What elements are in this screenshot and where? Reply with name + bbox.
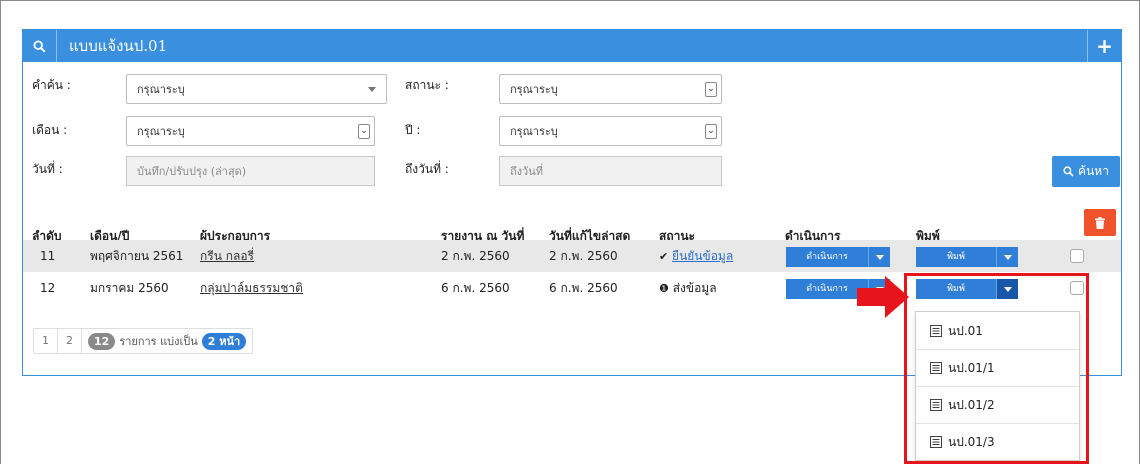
pointer-arrow-icon [857,276,909,318]
print-split-button: พิมพ์ [916,247,1018,267]
row-status: ✔ ยืนยันข้อมูล [659,240,733,272]
search-button[interactable]: ค้นหา [1052,156,1120,187]
date-input[interactable]: บันทึก/ปรับปรุง (ล่าสุด) [126,156,375,186]
to-date-input[interactable]: ถึงวันที่ [499,156,722,186]
month-select-value: กรุณาระบุ [137,125,185,138]
row-status: ❶ ส่งข้อมูล [659,272,717,304]
row-operator-link[interactable]: กรีน กลอรี่ [200,240,254,272]
chevron-down-icon: ⌄ [705,82,717,97]
chevron-down-icon: ⌄ [705,124,717,139]
status-select-value: กรุณาระบุ [510,83,558,96]
status-text: ส่งข้อมูล [672,281,717,295]
action-dropdown-toggle[interactable] [868,247,890,267]
action-button[interactable]: ดำเนินการ [786,247,868,267]
keyword-label: คำค้น : [32,78,71,92]
trash-icon [1095,216,1105,229]
chevron-down-icon: ⌄ [358,124,370,139]
page-link[interactable]: 2 [58,329,82,353]
page-count-badge: 2 หน้า [201,332,247,350]
total-count-badge: 12 [88,332,116,350]
pagination-text: รายการ แบ่งเป็น [119,335,198,348]
pagination-info: 12 รายการ แบ่งเป็น 2 หน้า [82,329,252,353]
row-month: พฤศจิกายน 2561 [90,249,184,263]
page-link[interactable]: 1 [34,329,58,353]
add-button[interactable]: + [1087,30,1121,62]
table-row: 11 พฤศจิกายน 2561 กรีน กลอรี่ 2 ก.พ. 256… [23,240,1121,272]
month-label: เดือน : [32,123,68,137]
row-no: 11 [40,249,56,263]
status-select[interactable]: กรุณาระบุ ⌄ [499,74,722,104]
row-edited-date: 6 ก.พ. 2560 [549,281,618,295]
row-no: 12 [40,281,56,295]
to-date-label: ถึงวันที่ : [405,162,449,176]
status-link[interactable]: ยืนยันข้อมูล [672,249,733,263]
panel-header: แบบแจ้งนป.01 + [23,30,1121,62]
check-icon: ✔ [659,250,669,263]
pagination: 1 2 12 รายการ แบ่งเป็น 2 หน้า [33,328,254,354]
info-icon: ❶ [659,282,669,295]
print-button[interactable]: พิมพ์ [916,247,996,267]
chevron-down-icon [368,87,376,92]
caret-down-icon [1003,254,1012,260]
date-label: วันที่ : [32,162,63,176]
row-operator-link[interactable]: กลุ่มปาล์มธรรมชาติ [200,272,303,304]
search-icon[interactable] [23,30,57,62]
year-select[interactable]: กรุณาระบุ ⌄ [499,116,722,146]
search-button-label: ค้นหา [1078,164,1109,178]
row-checkbox[interactable] [1070,249,1084,263]
print-dropdown-toggle[interactable] [996,247,1018,267]
keyword-select-value: กรุณาระบุ [137,83,185,96]
status-label: สถานะ : [405,78,449,92]
caret-down-icon [875,254,884,260]
year-select-value: กรุณาระบุ [510,125,558,138]
row-month: มกราคม 2560 [90,281,169,295]
search-icon [1063,166,1074,177]
keyword-select[interactable]: กรุณาระบุ [126,74,387,104]
row-edited-date: 2 ก.พ. 2560 [549,249,618,263]
panel-title: แบบแจ้งนป.01 [69,37,168,55]
row-report-date: 2 ก.พ. 2560 [441,249,510,263]
month-select[interactable]: กรุณาระบุ ⌄ [126,116,375,146]
delete-button[interactable] [1084,209,1116,236]
highlight-box [904,273,1089,464]
year-label: ปี : [405,123,421,137]
action-split-button: ดำเนินการ [786,247,890,267]
row-report-date: 6 ก.พ. 2560 [441,281,510,295]
